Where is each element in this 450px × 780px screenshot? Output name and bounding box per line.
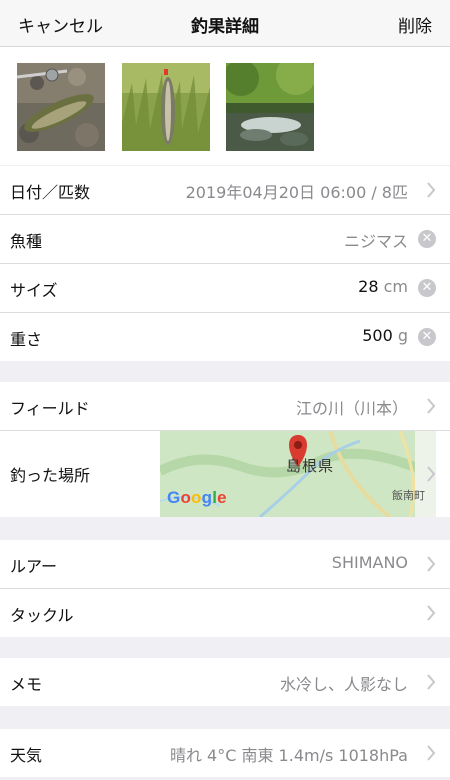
- chevron-right-icon: [427, 556, 436, 572]
- weather-value: 晴れ 4°C 南東 1.4m/s 1018hPa: [169, 746, 408, 765]
- date-count-label: 日付／匹数: [10, 183, 91, 202]
- weather-section: 天気 晴れ 4°C 南東 1.4m/s 1018hPa: [0, 729, 450, 777]
- lure-value: SHIMANO: [331, 553, 408, 572]
- weight-unit: g: [397, 326, 408, 345]
- memo-label: メモ: [10, 675, 43, 694]
- weather-row[interactable]: 天気 晴れ 4°C 南東 1.4m/s 1018hPa: [0, 729, 450, 777]
- photo-thumbnail-trout-grass[interactable]: [122, 63, 210, 151]
- size-value-group: 28 cm: [358, 277, 408, 296]
- location-map[interactable]: 島根県 飯南町 Google: [160, 431, 436, 517]
- tackle-label: タックル: [10, 606, 74, 625]
- memo-section: メモ 水冷し、人影なし: [0, 658, 450, 706]
- fishing-spot-label: 釣った場所: [10, 466, 91, 485]
- delete-button[interactable]: 削除: [398, 12, 432, 37]
- location-section: フィールド 江の川（川本） 釣った場所 島根県 飯南町 Google: [0, 382, 450, 517]
- species-value: ニジマス: [343, 232, 408, 251]
- size-label: サイズ: [10, 281, 58, 300]
- weight-value-group: 500 g: [362, 326, 408, 345]
- chevron-right-icon: [427, 605, 436, 621]
- field-label: フィールド: [10, 399, 90, 418]
- photo-thumbnail-trout-water[interactable]: [17, 63, 105, 151]
- chevron-right-icon: [427, 182, 436, 198]
- lure-row[interactable]: ルアー SHIMANO: [0, 540, 450, 589]
- memo-row[interactable]: メモ 水冷し、人影なし: [0, 658, 450, 706]
- google-logo: Google: [167, 488, 227, 507]
- page-title: 釣果詳細: [191, 17, 259, 37]
- chevron-right-icon: [427, 398, 436, 414]
- fishing-spot-row[interactable]: 釣った場所 島根県 飯南町 Google: [0, 431, 450, 517]
- size-row[interactable]: サイズ 28 cm ✕: [0, 264, 450, 313]
- chevron-right-icon: [427, 466, 436, 482]
- field-value: 江の川（川本）: [295, 399, 408, 418]
- weight-value: 500: [362, 326, 393, 345]
- photo-thumbnail-stream[interactable]: [226, 63, 314, 151]
- lure-label: ルアー: [10, 557, 58, 576]
- tackle-section: ルアー SHIMANO タックル: [0, 540, 450, 637]
- memo-value: 水冷し、人影なし: [279, 675, 408, 694]
- clear-icon[interactable]: ✕: [418, 230, 436, 248]
- map-prefecture-label: 島根県: [286, 457, 335, 475]
- map-town-label: 飯南町: [392, 489, 425, 502]
- date-count-value: 2019年04月20日 06:00 / 8匹: [185, 183, 408, 202]
- navigation-bar: キャンセル 釣果詳細 削除: [0, 0, 450, 47]
- date-count-row[interactable]: 日付／匹数 2019年04月20日 06:00 / 8匹: [0, 166, 450, 215]
- chevron-right-icon: [427, 674, 436, 690]
- clear-icon[interactable]: ✕: [418, 328, 436, 346]
- chevron-right-icon: [427, 745, 436, 761]
- photo-strip: [0, 47, 450, 165]
- tackle-row[interactable]: タックル: [0, 589, 450, 637]
- field-row[interactable]: フィールド 江の川（川本）: [0, 382, 450, 431]
- size-value: 28: [358, 277, 379, 296]
- catch-details-section: 日付／匹数 2019年04月20日 06:00 / 8匹 魚種 ニジマス ✕ サ…: [0, 166, 450, 361]
- weather-label: 天気: [10, 746, 43, 765]
- clear-icon[interactable]: ✕: [418, 279, 436, 297]
- species-row[interactable]: 魚種 ニジマス ✕: [0, 215, 450, 264]
- weight-label: 重さ: [10, 330, 43, 349]
- species-label: 魚種: [10, 232, 43, 251]
- size-unit: cm: [383, 277, 408, 296]
- weight-row[interactable]: 重さ 500 g ✕: [0, 313, 450, 361]
